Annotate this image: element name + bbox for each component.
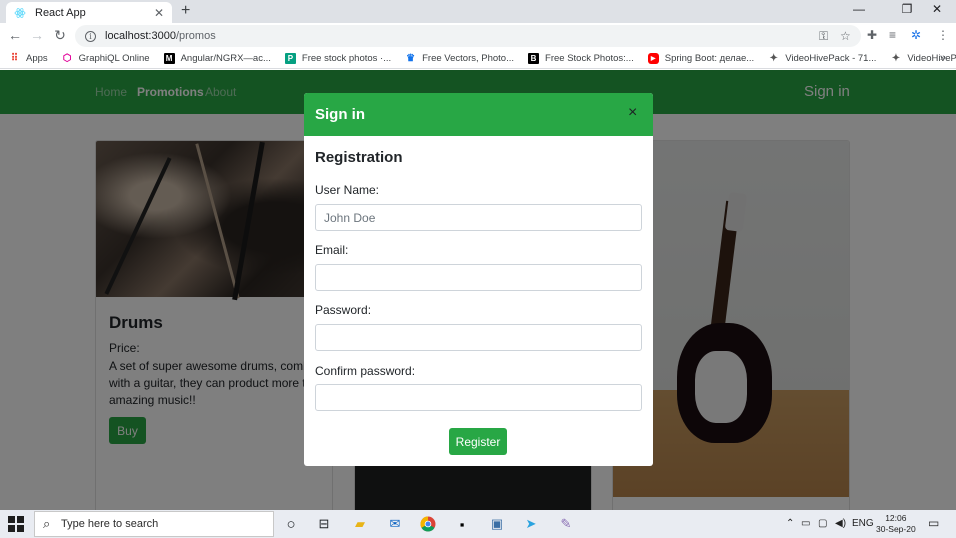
volume-icon[interactable]: ◀) (835, 518, 846, 529)
tab-close-icon[interactable]: ✕ (154, 6, 164, 20)
confirm-password-label: Confirm password: (315, 364, 416, 378)
profile-avatar-icon[interactable]: ✲ (911, 28, 921, 42)
taskbar-search-input[interactable]: ⌕ Type here to search (34, 511, 274, 537)
tray-chevron-icon[interactable]: ⌃ (786, 518, 794, 529)
browser-tab-strip: React App ✕ + — ❐ ✕ (0, 0, 956, 23)
registration-heading: Registration (315, 149, 403, 166)
key-icon[interactable]: ⚿ (819, 29, 828, 44)
windows-taskbar: ⌕ Type here to search ○ ⊟ ▰ ✉ ▪ ▣ ➤ ✎ ⌃ … (0, 510, 956, 538)
telegram-icon[interactable]: ➤ (521, 514, 541, 534)
close-icon[interactable]: × (628, 105, 637, 121)
videohive-icon: ✦ (891, 53, 901, 64)
browser-tab[interactable]: React App ✕ (6, 2, 172, 23)
bookmark-star-icon[interactable]: ☆ (840, 29, 851, 43)
email-label: Email: (315, 243, 349, 257)
apps-grid-icon: ⠿ (10, 53, 19, 64)
windows-start-icon[interactable] (8, 516, 24, 532)
address-bar[interactable]: i localhost:3000/promos ⚿ ☆ (75, 25, 861, 47)
mail-icon[interactable]: ✉ (385, 514, 405, 534)
videohive-icon: ✦ (769, 53, 778, 64)
window-close-icon[interactable]: ✕ (922, 2, 952, 16)
bookmark-item[interactable]: P Free stock photos ·... (284, 53, 391, 64)
bookmark-item[interactable]: B Free Stock Photos:... (528, 53, 634, 64)
bookmark-item[interactable]: ✦VideoHivePack - 69... (890, 53, 956, 64)
notifications-icon[interactable]: ▭ (928, 516, 939, 530)
file-explorer-icon[interactable]: ▰ (350, 514, 370, 534)
task-view-icon[interactable]: ⊟ (314, 514, 334, 534)
terminal-icon[interactable]: ▪ (452, 514, 472, 534)
remote-desktop-icon[interactable]: ▣ (487, 514, 507, 534)
clock-time: 12:06 (885, 513, 907, 523)
info-icon[interactable]: i (85, 30, 96, 42)
react-favicon-icon (14, 7, 26, 19)
freepik-icon: ♛ (406, 53, 416, 64)
restore-icon[interactable]: ❐ (892, 2, 922, 16)
bookmark-item[interactable]: ⬡ GraphiQL Online (62, 53, 150, 64)
bookmarks-bar: ⠿ Apps ⬡ GraphiQL Online M Angular/NGRX—ас.… (0, 49, 956, 69)
sign-in-modal: Sign in × Registration User Name: Email:… (304, 93, 653, 466)
bookmark-item[interactable]: ♛ Free Vectors, Photo... (405, 53, 514, 64)
medium-icon: M (163, 53, 175, 64)
minimize-icon[interactable]: — (844, 2, 874, 16)
chrome-icon[interactable] (418, 514, 438, 534)
new-tab-icon[interactable]: + (181, 3, 190, 19)
url-path: /promos (175, 30, 216, 42)
page-viewport: Home Promotions About Sign in Drums Pric… (0, 70, 956, 510)
email-field[interactable] (315, 264, 642, 291)
reading-list-icon[interactable]: ≡ (889, 28, 896, 42)
youtube-icon: ▶ (647, 53, 659, 64)
tab-title: React App (35, 6, 86, 19)
network-icon[interactable]: ▢ (818, 518, 827, 529)
url-host: localhost:3000 (105, 30, 176, 42)
register-button[interactable]: Register (449, 428, 507, 455)
graphql-icon: ⬡ (62, 53, 72, 64)
username-label: User Name: (315, 183, 380, 197)
password-field[interactable] (315, 324, 642, 351)
bookmark-item[interactable]: ▶ Spring Boot: делае... (647, 53, 754, 64)
extensions-puzzle-icon[interactable]: ✚ (867, 28, 877, 42)
language-indicator[interactable]: ENG (852, 518, 874, 529)
pexels-icon: P (284, 53, 296, 64)
forward-arrow-icon[interactable]: → (26, 27, 48, 43)
modal-header: Sign in × (304, 93, 653, 136)
bookmark-item[interactable]: M Angular/NGRX—ас... (163, 53, 271, 64)
system-clock[interactable]: 12:06 30-Sep-20 (876, 513, 916, 535)
bookmark-item[interactable]: ✦ VideoHivePack - 71... (768, 53, 877, 64)
modal-title: Sign in (315, 106, 365, 123)
search-icon: ⌕ (43, 516, 51, 531)
menu-kebab-icon[interactable]: ⋮ (937, 28, 949, 42)
taskbar-search-placeholder: Type here to search (61, 518, 159, 530)
cortana-icon[interactable]: ○ (281, 514, 301, 534)
back-arrow-icon[interactable]: ← (4, 27, 26, 43)
bookmark-item[interactable]: ⠿ Apps (9, 53, 48, 64)
bookmarks-overflow-icon[interactable]: » (940, 52, 946, 64)
password-label: Password: (315, 303, 372, 317)
b-icon: B (528, 53, 540, 64)
username-field[interactable] (315, 204, 642, 231)
clock-date: 30-Sep-20 (876, 524, 916, 534)
confirm-password-field[interactable] (315, 384, 642, 411)
paint-icon[interactable]: ✎ (556, 514, 576, 534)
reload-icon[interactable]: ↻ (49, 27, 71, 44)
browser-toolbar: ← → ↻ i localhost:3000/promos ⚿ ☆ ✚ ≡ ✲ … (0, 23, 956, 49)
battery-icon[interactable]: ▭ (801, 518, 810, 529)
